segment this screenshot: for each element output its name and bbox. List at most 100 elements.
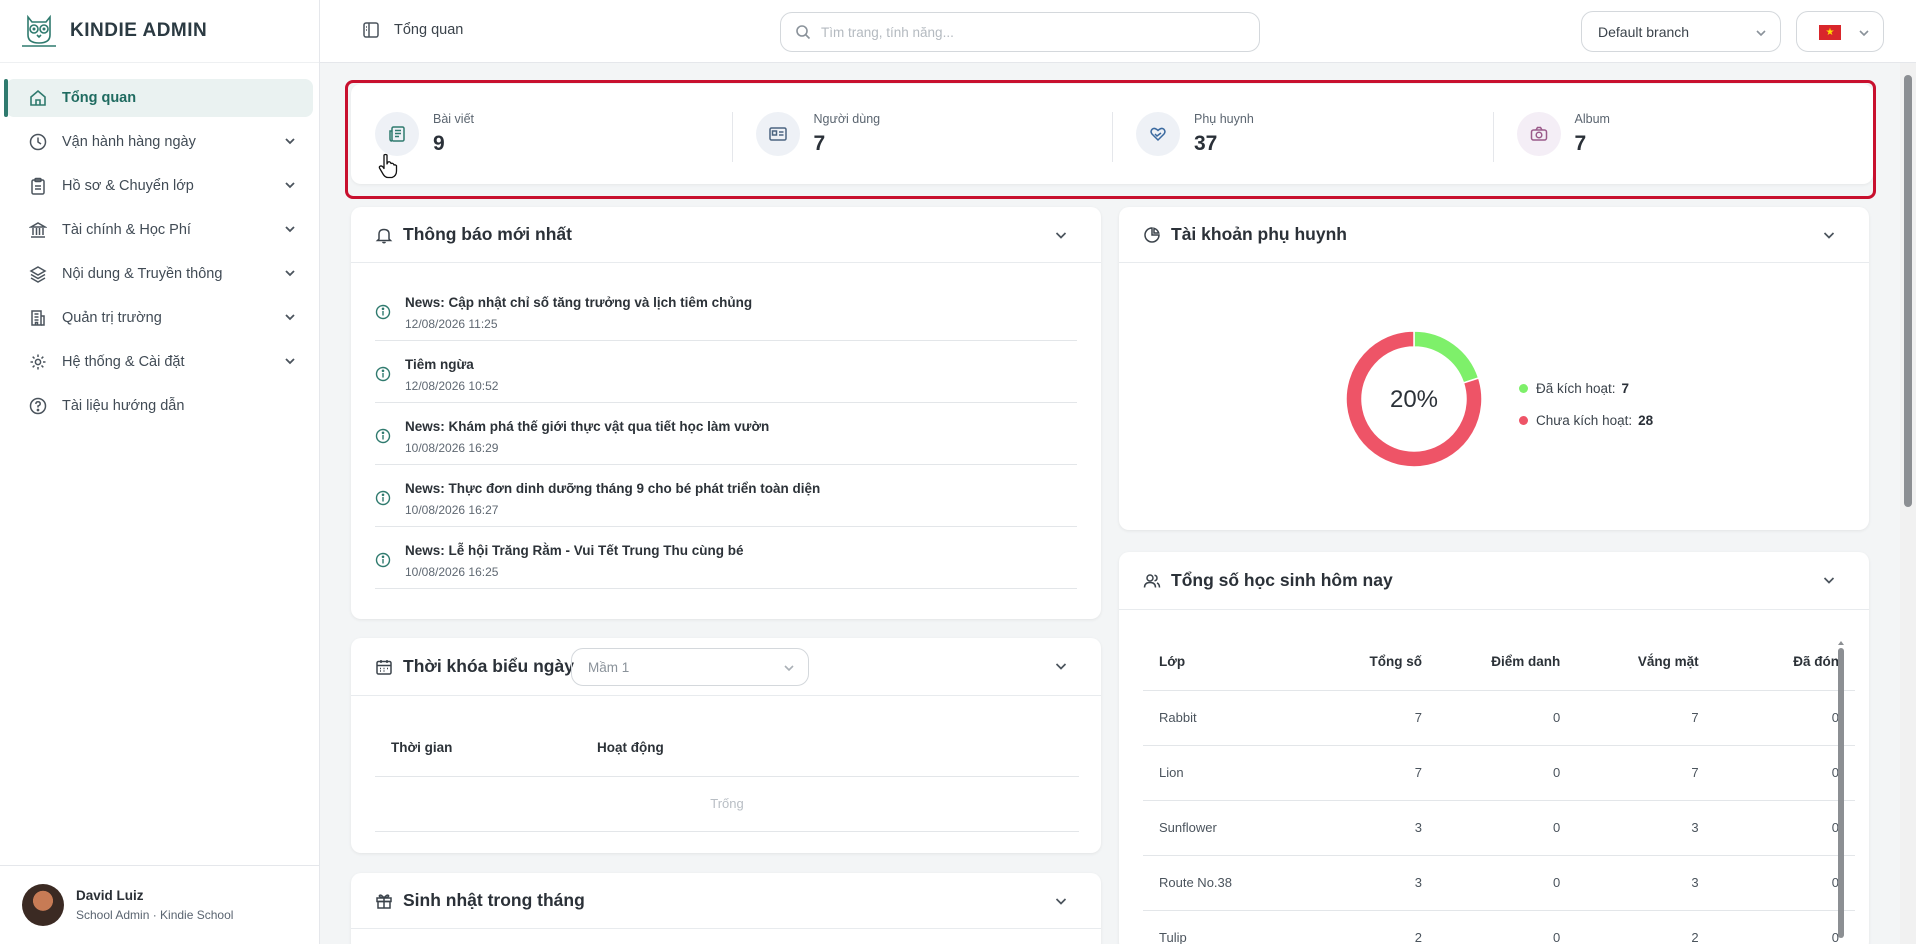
sidebar-item-docs[interactable]: Tài liệu hướng dẫn bbox=[6, 387, 313, 425]
legend-label: Chưa kích hoạt: bbox=[1536, 412, 1633, 428]
cell-class: Lion bbox=[1143, 745, 1316, 801]
list-item[interactable]: News: Thực đơn dinh dưỡng tháng 9 cho bé… bbox=[375, 465, 1077, 527]
chevron-down-icon[interactable] bbox=[283, 134, 297, 148]
legend-value: 7 bbox=[1621, 380, 1630, 396]
chevron-down-icon[interactable] bbox=[1053, 227, 1069, 243]
avatar[interactable] bbox=[22, 884, 64, 926]
sidebar-item-finance[interactable]: Tài chính & Học Phí bbox=[6, 211, 313, 249]
cell-picked-up: 0 bbox=[1714, 745, 1855, 801]
sidebar-item-school-admin[interactable]: Quản trị trường bbox=[6, 299, 313, 337]
chevron-down-icon[interactable] bbox=[283, 266, 297, 280]
cell-picked-up: 0 bbox=[1714, 800, 1855, 856]
sidebar-item-label: Vận hành hàng ngày bbox=[62, 134, 196, 150]
sidebar-toggle-icon[interactable] bbox=[362, 21, 380, 39]
list-item[interactable]: Tiêm ngừa 12/08/2026 10:52 bbox=[375, 341, 1077, 403]
column-header: Điểm danh bbox=[1437, 634, 1577, 691]
scroll-up-arrow-icon[interactable] bbox=[1837, 639, 1845, 647]
sidebar-item-content[interactable]: Nội dung & Truyền thông bbox=[6, 255, 313, 293]
stat-parents[interactable]: Phụ huynh 37 bbox=[1112, 84, 1493, 184]
sidebar-item-records[interactable]: Hồ sơ & Chuyển lớp bbox=[6, 167, 313, 205]
table-row[interactable]: Route No.38 3 0 3 0 bbox=[1143, 855, 1855, 911]
stat-value: 7 bbox=[1574, 132, 1587, 155]
cell-present: 0 bbox=[1437, 745, 1577, 801]
gift-icon bbox=[375, 892, 393, 910]
list-item[interactable]: News: Khám phá thế giới thực vật qua tiế… bbox=[375, 403, 1077, 465]
chart-legend: Đã kích hoạt: 7 Chưa kích hoạt: 28 bbox=[1519, 372, 1653, 436]
cell-total: 7 bbox=[1315, 745, 1438, 801]
class-select-value: Mầm 1 bbox=[588, 659, 630, 675]
chevron-down-icon[interactable] bbox=[283, 178, 297, 192]
schedule-table: Thời gian Hoạt động Trống bbox=[375, 720, 1079, 832]
card-title: Tổng số học sinh hôm nay bbox=[1171, 570, 1393, 590]
calendar-icon bbox=[375, 658, 393, 676]
search-box[interactable] bbox=[780, 12, 1260, 52]
sidebar-item-label: Tài chính & Học Phí bbox=[62, 222, 191, 238]
notifications-card: Thông báo mới nhất News: Cập nhật chỉ số… bbox=[351, 207, 1101, 619]
chevron-down-icon bbox=[784, 665, 794, 672]
column-header: Tổng số bbox=[1315, 634, 1438, 691]
stat-users[interactable]: Người dùng 7 bbox=[731, 84, 1113, 184]
cell-class: Rabbit bbox=[1143, 690, 1316, 746]
stat-value: 7 bbox=[813, 132, 826, 155]
sidebar-nav: Tổng quan Vận hành hàng ngày Hồ sơ & Chu… bbox=[0, 63, 319, 425]
notification-date: 10/08/2026 16:25 bbox=[405, 565, 499, 579]
chevron-down-icon[interactable] bbox=[283, 222, 297, 236]
brand[interactable]: KINDIE ADMIN bbox=[0, 0, 319, 63]
scrollbar-thumb[interactable] bbox=[1838, 648, 1844, 938]
column-header: Hoạt động bbox=[581, 720, 1079, 777]
table-row[interactable]: Rabbit 7 0 7 0 bbox=[1143, 690, 1855, 746]
info-icon bbox=[375, 552, 391, 568]
camera-icon bbox=[1516, 112, 1561, 156]
students-today-card: Tổng số học sinh hôm nay Lớp Tổng số Điể… bbox=[1119, 552, 1869, 944]
table-scrollbar[interactable] bbox=[1837, 634, 1845, 944]
chevron-down-icon[interactable] bbox=[1821, 572, 1837, 588]
cell-picked-up: 0 bbox=[1714, 855, 1855, 911]
user-profile[interactable]: David Luiz School Admin · Kindie School bbox=[0, 865, 320, 944]
cell-total: 3 bbox=[1315, 855, 1438, 911]
chevron-down-icon[interactable] bbox=[283, 310, 297, 324]
chevron-down-icon[interactable] bbox=[1053, 893, 1069, 909]
stat-album[interactable]: Album 7 bbox=[1492, 84, 1874, 184]
chevron-down-icon[interactable] bbox=[1821, 227, 1837, 243]
sidebar-item-label: Tài liệu hướng dẫn bbox=[62, 398, 185, 414]
column-header: Vắng mặt bbox=[1576, 634, 1715, 691]
card-header: Tổng số học sinh hôm nay bbox=[1119, 552, 1869, 610]
scrollbar-thumb[interactable] bbox=[1904, 75, 1912, 507]
chevron-down-icon[interactable] bbox=[283, 354, 297, 368]
page-scrollbar[interactable] bbox=[1900, 63, 1916, 944]
donut-slice-activated[interactable] bbox=[1413, 330, 1480, 384]
building-icon bbox=[28, 308, 48, 328]
chevron-down-icon bbox=[1756, 30, 1766, 37]
table-row[interactable]: Sunflower 3 0 3 0 bbox=[1143, 800, 1855, 856]
card-header: Thời khóa biểu ngày Mầm 1 bbox=[351, 638, 1101, 696]
sidebar-item-settings[interactable]: Hệ thống & Cài đặt bbox=[6, 343, 313, 381]
language-select[interactable]: ★ bbox=[1796, 11, 1884, 52]
sidebar-item-overview[interactable]: Tổng quan bbox=[4, 79, 313, 117]
list-item[interactable]: News: Cập nhật chỉ số tăng trưởng và lịc… bbox=[375, 279, 1077, 341]
sidebar-item-label: Tổng quan bbox=[62, 90, 137, 106]
clipboard-icon bbox=[28, 176, 48, 196]
table-row[interactable]: Tulip 2 0 2 0 bbox=[1143, 910, 1855, 944]
help-icon bbox=[28, 396, 48, 416]
notification-title: News: Khám phá thế giới thực vật qua tiế… bbox=[405, 419, 770, 434]
card-title: Sinh nhật trong tháng bbox=[403, 890, 585, 910]
donut-center-label: 20% bbox=[1390, 386, 1438, 413]
class-select[interactable]: Mầm 1 bbox=[571, 648, 809, 686]
sidebar-item-label: Quản trị trường bbox=[62, 310, 162, 326]
pie-chart-icon bbox=[1143, 226, 1161, 244]
table-row[interactable]: Lion 7 0 7 0 bbox=[1143, 745, 1855, 801]
sidebar-item-daily-operations[interactable]: Vận hành hàng ngày bbox=[6, 123, 313, 161]
app-title: KINDIE ADMIN bbox=[70, 20, 208, 41]
home-icon bbox=[28, 88, 48, 108]
gear-icon bbox=[28, 352, 48, 372]
branch-select[interactable]: Default branch bbox=[1581, 11, 1781, 52]
chevron-down-icon[interactable] bbox=[1053, 658, 1069, 674]
list-item[interactable]: News: Lễ hội Trăng Rằm - Vui Tết Trung T… bbox=[375, 527, 1077, 589]
chevron-down-icon bbox=[1859, 30, 1869, 37]
legend-dot bbox=[1519, 383, 1528, 393]
stat-posts[interactable]: Bài viết 9 bbox=[351, 84, 732, 184]
search-input[interactable] bbox=[821, 24, 1241, 40]
legend-item-activated: Đã kích hoạt: 7 bbox=[1519, 372, 1653, 404]
table-row: Trống bbox=[375, 776, 1079, 832]
stat-label: Phụ huynh bbox=[1194, 112, 1254, 126]
